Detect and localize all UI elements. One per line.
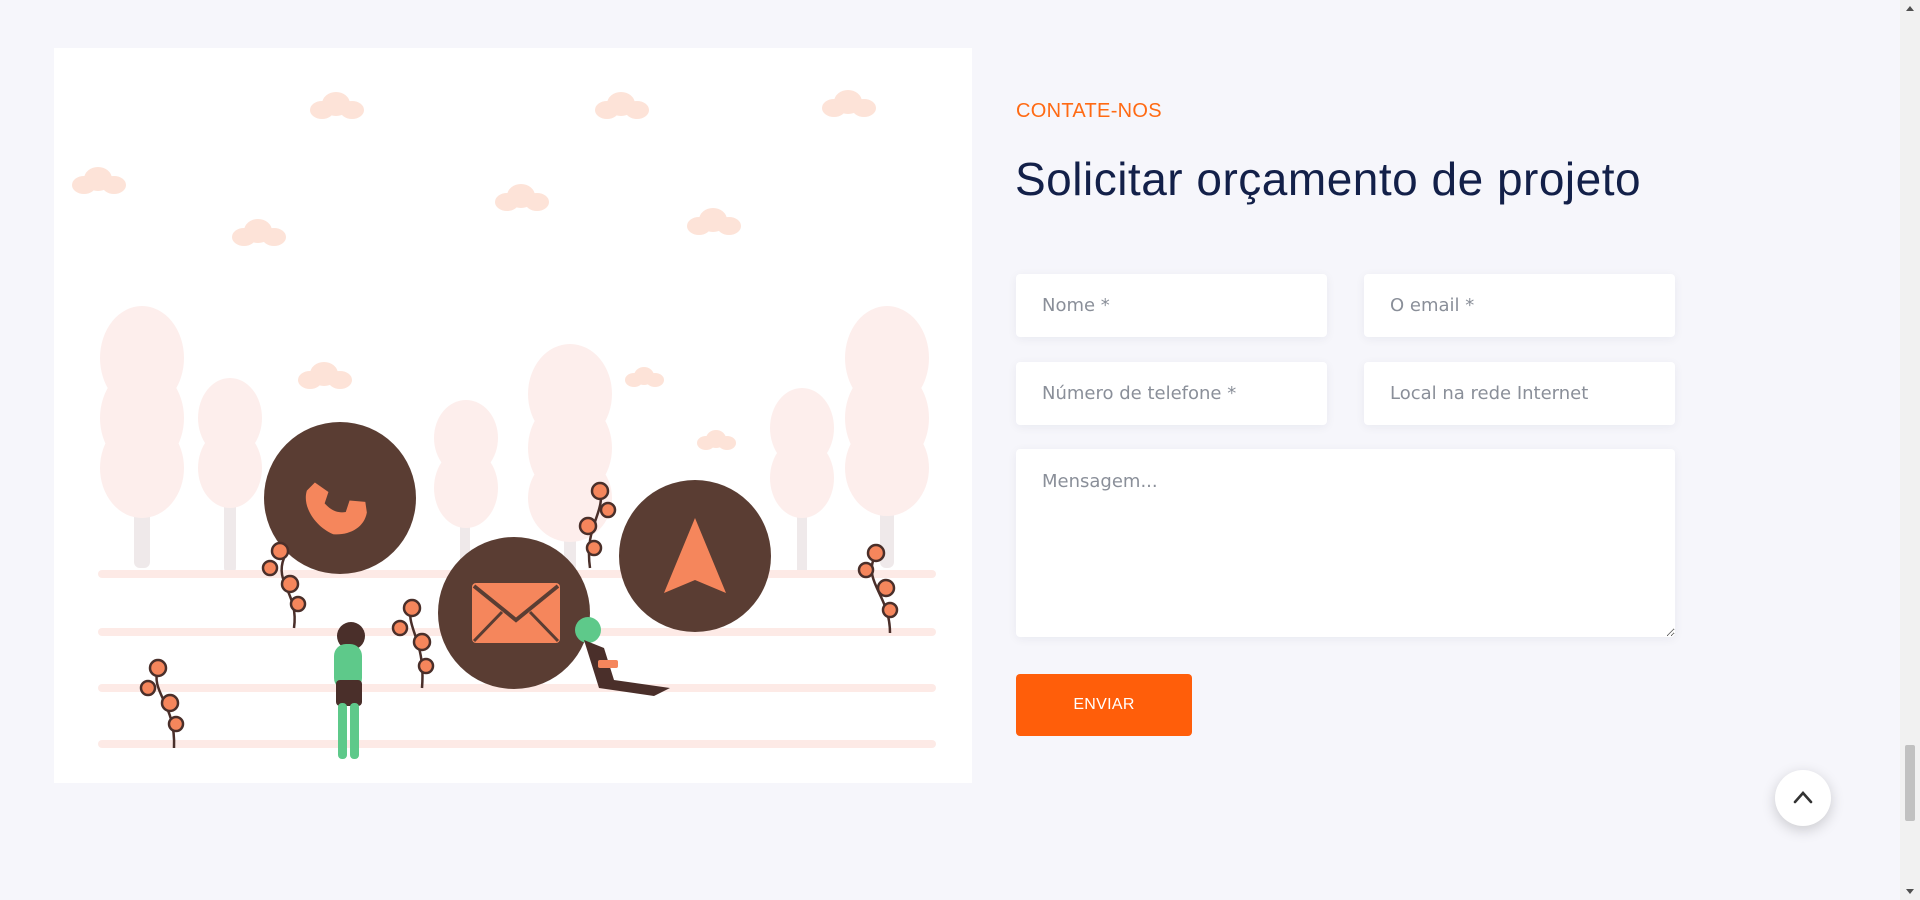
page-title: Solicitar orçamento de projeto — [1015, 153, 1642, 205]
scroll-up-arrow-icon[interactable] — [1900, 0, 1920, 16]
mail-icon — [438, 537, 590, 689]
scrollbar[interactable] — [1900, 0, 1920, 900]
send-button[interactable]: ENVIAR — [1016, 674, 1192, 736]
scroll-down-arrow-icon[interactable] — [1900, 884, 1920, 900]
contact-illustration — [54, 48, 972, 783]
email-field[interactable] — [1364, 274, 1675, 337]
chevron-up-icon — [1793, 790, 1813, 807]
website-field[interactable] — [1364, 362, 1675, 425]
phone-field[interactable] — [1016, 362, 1327, 425]
message-field[interactable] — [1016, 449, 1675, 637]
clouds — [72, 90, 876, 450]
name-field[interactable] — [1016, 274, 1327, 337]
navigation-icon — [619, 480, 771, 632]
woman-figure — [334, 622, 365, 759]
scrollbar-thumb[interactable] — [1905, 745, 1915, 821]
scroll-to-top-button[interactable] — [1775, 770, 1831, 826]
section-eyebrow: CONTATE-NOS — [1016, 100, 1162, 122]
